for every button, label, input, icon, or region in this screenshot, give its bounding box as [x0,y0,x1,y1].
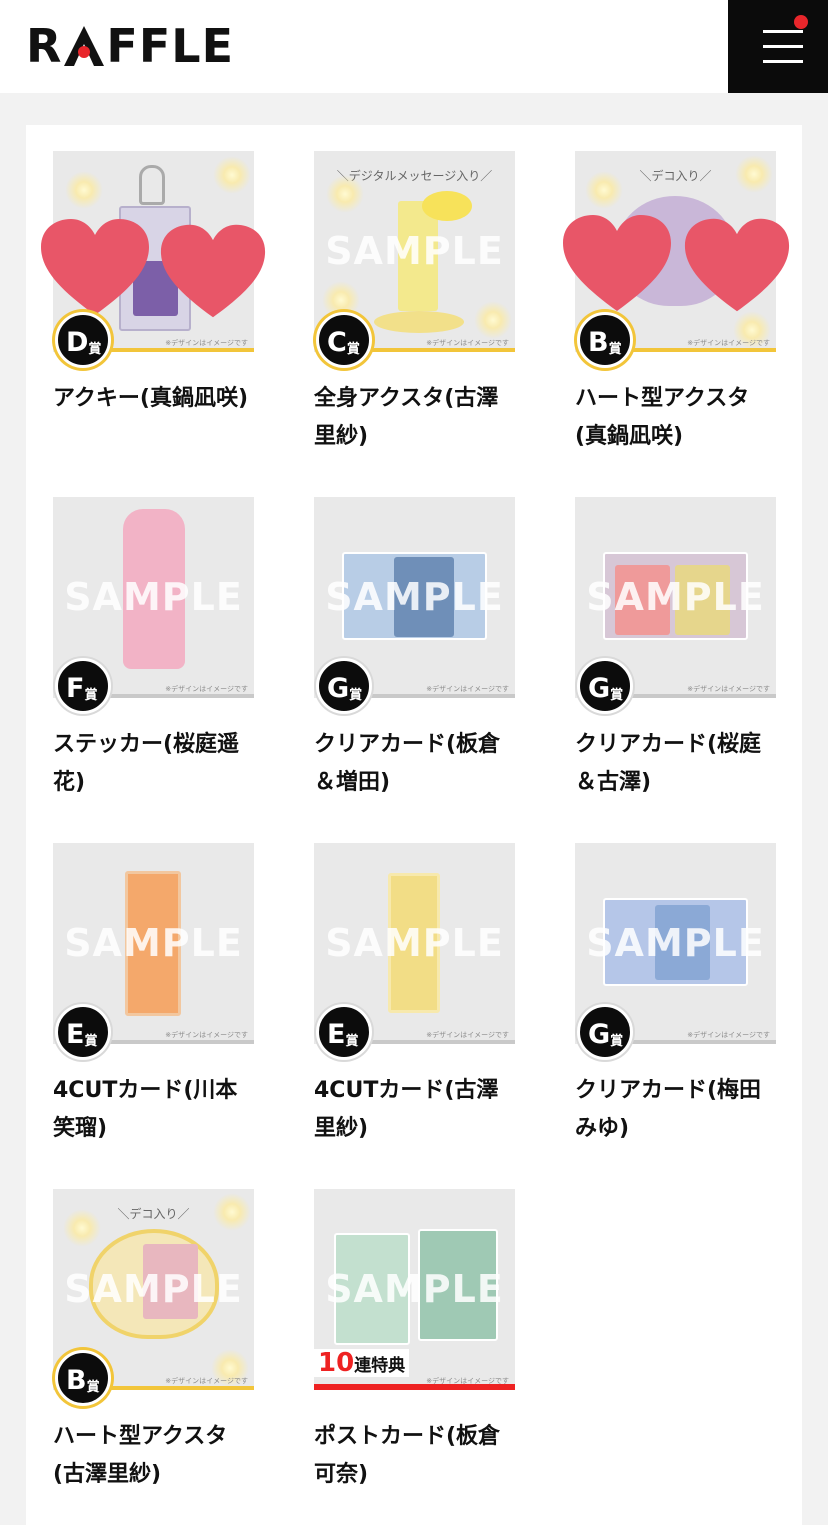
product-name: クリアカード(梅田みゆ) [575,1078,762,1141]
prize-badge: G賞 [577,1004,633,1060]
sample-watermark: SAMPLE [325,921,504,965]
sample-watermark: SAMPLE [64,1267,243,1311]
prize-badge: E賞 [55,1004,111,1060]
product-name: 4CUTカード(川本笑瑠) [53,1078,238,1141]
note-text: ※デザインはイメージです [687,685,770,693]
note-text: ※デザインはイメージです [165,1031,248,1039]
heart-sticker-icon [160,224,266,318]
bonus-label: 10連特典 [314,1349,410,1377]
product-name: クリアカード(板倉＆増田) [314,732,501,795]
logo-letter-r: R [26,19,63,73]
note-text: ※デザインはイメージです [426,339,509,347]
prize-badge: F賞 [55,658,111,714]
product-name: ハート型アクスタ(真鍋凪咲) [575,386,750,449]
sample-watermark: SAMPLE [586,575,765,619]
notification-dot [794,15,808,29]
sample-watermark: SAMPLE [64,921,243,965]
sample-watermark: SAMPLE [64,575,243,619]
product-name: ポストカード(板倉可奈) [314,1424,501,1487]
prize-badge: B賞 [55,1350,111,1406]
heart-sticker-icon [563,215,671,311]
prize-badge: G賞 [316,658,372,714]
product-name: クリアカード(桜庭＆古澤) [575,732,762,795]
product-name: 4CUTカード(古澤里紗) [314,1078,499,1141]
sample-watermark: SAMPLE [325,575,504,619]
site-header: R FFLE [0,0,828,93]
prize-badge: G賞 [577,658,633,714]
sample-watermark: SAMPLE [586,921,765,965]
note-text: ※デザインはイメージです [687,1031,770,1039]
product-name: アクキー(真鍋凪咲) [53,386,249,411]
product-grid: ※デザインはイメージです D賞 アクキー(真鍋凪咲) ＼デジタルメッセージ入り／… [26,125,802,1525]
heart-sticker-icon [684,218,790,312]
note-text: ※デザインはイメージです [426,1031,509,1039]
note-text: ※デザインはイメージです [687,339,770,347]
product-name: 全身アクスタ(古澤里紗) [314,386,499,449]
prize-badge: B賞 [577,312,633,368]
sample-watermark: SAMPLE [325,1267,504,1311]
note-text: ※デザインはイメージです [426,1377,509,1385]
prize-badge: D賞 [55,312,111,368]
note-text: ※デザインはイメージです [426,685,509,693]
logo-a-mark [63,24,105,68]
prize-badge: E賞 [316,1004,372,1060]
heart-sticker-icon [41,219,149,315]
note-text: ※デザインはイメージです [165,685,248,693]
raffle-logo[interactable]: R FFLE [26,19,235,73]
product-name: ハート型アクスタ(古澤里紗) [53,1424,228,1487]
menu-button[interactable] [728,0,828,93]
product-name: ステッカー(桜庭遥花) [53,732,240,795]
note-text: ※デザインはイメージです [165,1377,248,1385]
note-text: ※デザインはイメージです [165,339,248,347]
sample-watermark: SAMPLE [325,229,504,273]
prize-badge: C賞 [316,312,372,368]
logo-letters-ffle: FFLE [106,19,235,73]
